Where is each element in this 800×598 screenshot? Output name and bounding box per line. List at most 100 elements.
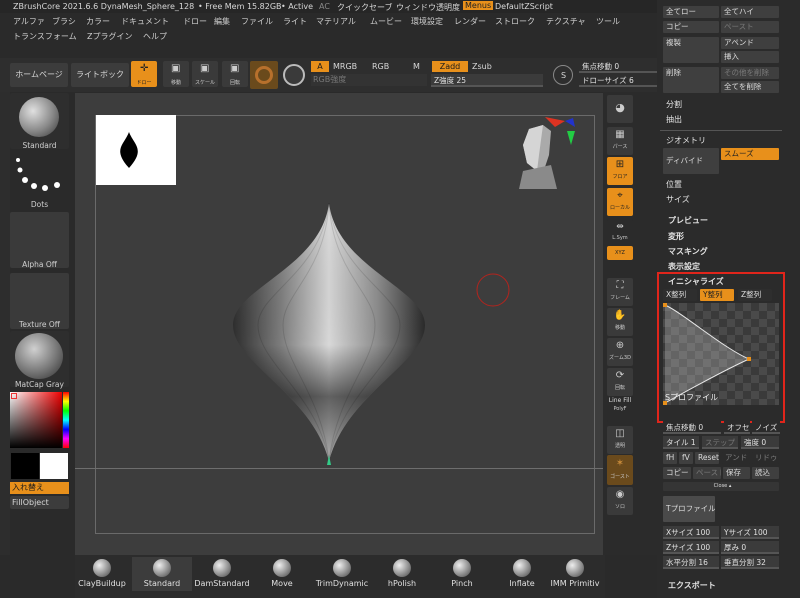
menu-preferences[interactable]: 環境設定 [411, 16, 443, 27]
material-thumbnail[interactable] [10, 331, 69, 387]
x-align-button[interactable]: X整列 [663, 289, 697, 301]
flip-v-button[interactable]: fV [679, 452, 693, 464]
canvas-area[interactable] [75, 93, 603, 555]
duplicate-button[interactable]: 複製 [663, 37, 719, 63]
lsym-button[interactable]: ⇹ L.Sym [607, 219, 633, 247]
zsub-toggle[interactable]: Zsub [472, 62, 492, 71]
menu-brush[interactable]: ブラシ [52, 16, 76, 27]
tile-handle[interactable] [665, 447, 673, 449]
deform-header[interactable]: 変形 [668, 231, 684, 242]
frame-button[interactable]: ⛶ フレーム [607, 278, 633, 306]
symmetry-s-icon[interactable]: S [553, 65, 573, 85]
menu-help[interactable]: ヘルプ [143, 31, 167, 42]
load-curve-button[interactable]: 読込 [752, 467, 779, 479]
move-view-button[interactable]: ✋ 移動 [607, 308, 633, 336]
export-header[interactable]: エクスポート [668, 580, 716, 591]
swap-colors-button[interactable]: 入れ替え [10, 482, 69, 494]
navigation-gizmo[interactable] [515, 115, 585, 190]
focal-handle[interactable] [689, 432, 697, 434]
transparent-button[interactable]: ◫ 透明 [607, 426, 633, 454]
append-button[interactable]: アペンド [721, 37, 779, 49]
paste-subtool-button[interactable]: ペースト [721, 21, 779, 33]
menu-light[interactable]: ライト [283, 16, 307, 27]
offset-slider[interactable]: オフセット [724, 421, 750, 434]
rotate-mode-button[interactable]: ▣ 回転 [222, 61, 248, 87]
z-intensity-handle[interactable] [486, 85, 494, 87]
divide-button[interactable]: ディバイド [663, 148, 719, 174]
delete-other-button[interactable]: その他を削除 [721, 67, 779, 79]
linefill-button[interactable]: Line Fill PolyF [607, 396, 633, 422]
default-script-button[interactable]: DefaultZScript [495, 2, 553, 11]
menus-toggle[interactable]: Menus [463, 1, 494, 10]
masking-header[interactable]: マスキング [668, 246, 708, 257]
menu-zplugin[interactable]: Zプラグイン [87, 31, 132, 42]
z-intensity-slider[interactable]: Z強度 25 [431, 74, 543, 87]
draw-size-slider[interactable]: ドローサイズ 6 [579, 74, 657, 87]
thickness-handle[interactable] [741, 552, 749, 554]
menu-render[interactable]: レンダー [454, 16, 486, 27]
zoom3d-button[interactable]: ⊕ ズーム3D [607, 338, 633, 366]
position-section[interactable]: 位置 [666, 179, 682, 190]
focal-slider[interactable]: 焦点移動 0 [663, 421, 721, 434]
lightbox-button[interactable]: ライトボックス [71, 63, 129, 103]
menu-texture[interactable]: テクスチャ [546, 16, 586, 27]
split-section[interactable]: 分割 [666, 99, 682, 110]
reset-button[interactable]: Reset [695, 452, 719, 464]
insert-button[interactable]: 挿入 [721, 51, 779, 63]
thickness-slider[interactable]: 厚み 0 [721, 541, 779, 554]
v-div-slider[interactable]: 垂直分割 32 [721, 556, 779, 569]
fill-object-button[interactable]: FillObject [10, 496, 69, 509]
focal-shift-slider[interactable]: 焦点移動 0 [579, 60, 657, 73]
h-div-slider[interactable]: 水平分割 16 [663, 556, 719, 569]
menu-material[interactable]: マテリアル [316, 16, 356, 27]
noise-handle[interactable] [752, 432, 760, 434]
all-low-button[interactable]: 全てロー [663, 6, 719, 18]
tile-slider[interactable]: タイル 1 [663, 436, 699, 449]
save-curve-button[interactable]: 保存 [723, 467, 750, 479]
homepage-button[interactable]: ホームページ [10, 63, 68, 87]
focal-shift-handle[interactable] [599, 71, 607, 73]
redo-curve-button[interactable]: リドゥ [752, 452, 779, 464]
h-div-handle[interactable] [683, 567, 691, 569]
geometry-header[interactable]: ジオメトリ [666, 135, 706, 146]
hue-strip[interactable] [63, 392, 69, 448]
rgb-intensity-slider[interactable]: RGB強度 [311, 74, 427, 86]
draw-mode-button[interactable]: ✛ ドロー [131, 61, 157, 87]
rgb-toggle[interactable]: RGB [372, 62, 389, 71]
strength-handle[interactable] [741, 447, 749, 449]
draw-size-handle[interactable] [589, 85, 597, 87]
window-transparency-button[interactable]: ウィンドウ透明度 [396, 2, 460, 13]
noise-slider[interactable]: ノイズ [752, 421, 780, 434]
brush-inflate[interactable]: Inflate [492, 557, 552, 588]
brush-pinch[interactable]: Pinch [432, 557, 492, 588]
x-size-handle[interactable] [707, 537, 715, 539]
zadd-toggle[interactable]: Zadd [432, 61, 468, 72]
ghost-button[interactable]: ✶ ゴースト [607, 455, 633, 485]
menu-alpha[interactable]: アルファ [13, 16, 45, 27]
step-slider[interactable]: ステップ [702, 436, 738, 449]
menu-movie[interactable]: ムービー [370, 16, 402, 27]
y-size-handle[interactable] [767, 537, 775, 539]
display-header[interactable]: 表示設定 [668, 261, 700, 272]
paste-curve-button[interactable]: ペースト [693, 467, 721, 479]
close-curve-button[interactable]: Close ▴ [663, 482, 779, 491]
delete-all-button[interactable]: 全てを削除 [721, 81, 779, 93]
primary-color-swatch[interactable] [40, 453, 68, 479]
size-section[interactable]: サイズ [666, 194, 690, 205]
brush-claybuildup[interactable]: ClayBuildup [72, 557, 132, 588]
z-size-handle[interactable] [707, 552, 715, 554]
y-size-slider[interactable]: Yサイズ 100 [721, 526, 779, 539]
t-profile-button[interactable]: Tプロファイル [663, 496, 715, 522]
menu-tool[interactable]: ツール [596, 16, 620, 27]
x-size-slider[interactable]: Xサイズ 100 [663, 526, 719, 539]
copy-subtool-button[interactable]: コピー [663, 21, 719, 33]
strength-slider[interactable]: 強度 0 [741, 436, 779, 449]
m-toggle[interactable]: M [413, 62, 420, 71]
menu-transform[interactable]: トランスフォーム [13, 31, 77, 42]
move-mode-button[interactable]: ▣ 移動 [163, 61, 189, 87]
xyz-button[interactable]: XYZ [607, 246, 633, 260]
undo-curve-button[interactable]: アンド [722, 452, 750, 464]
brush-hpolish[interactable]: hPolish [372, 557, 432, 588]
solo-button[interactable]: ◉ ソロ [607, 487, 633, 515]
extract-section[interactable]: 抽出 [666, 114, 682, 125]
